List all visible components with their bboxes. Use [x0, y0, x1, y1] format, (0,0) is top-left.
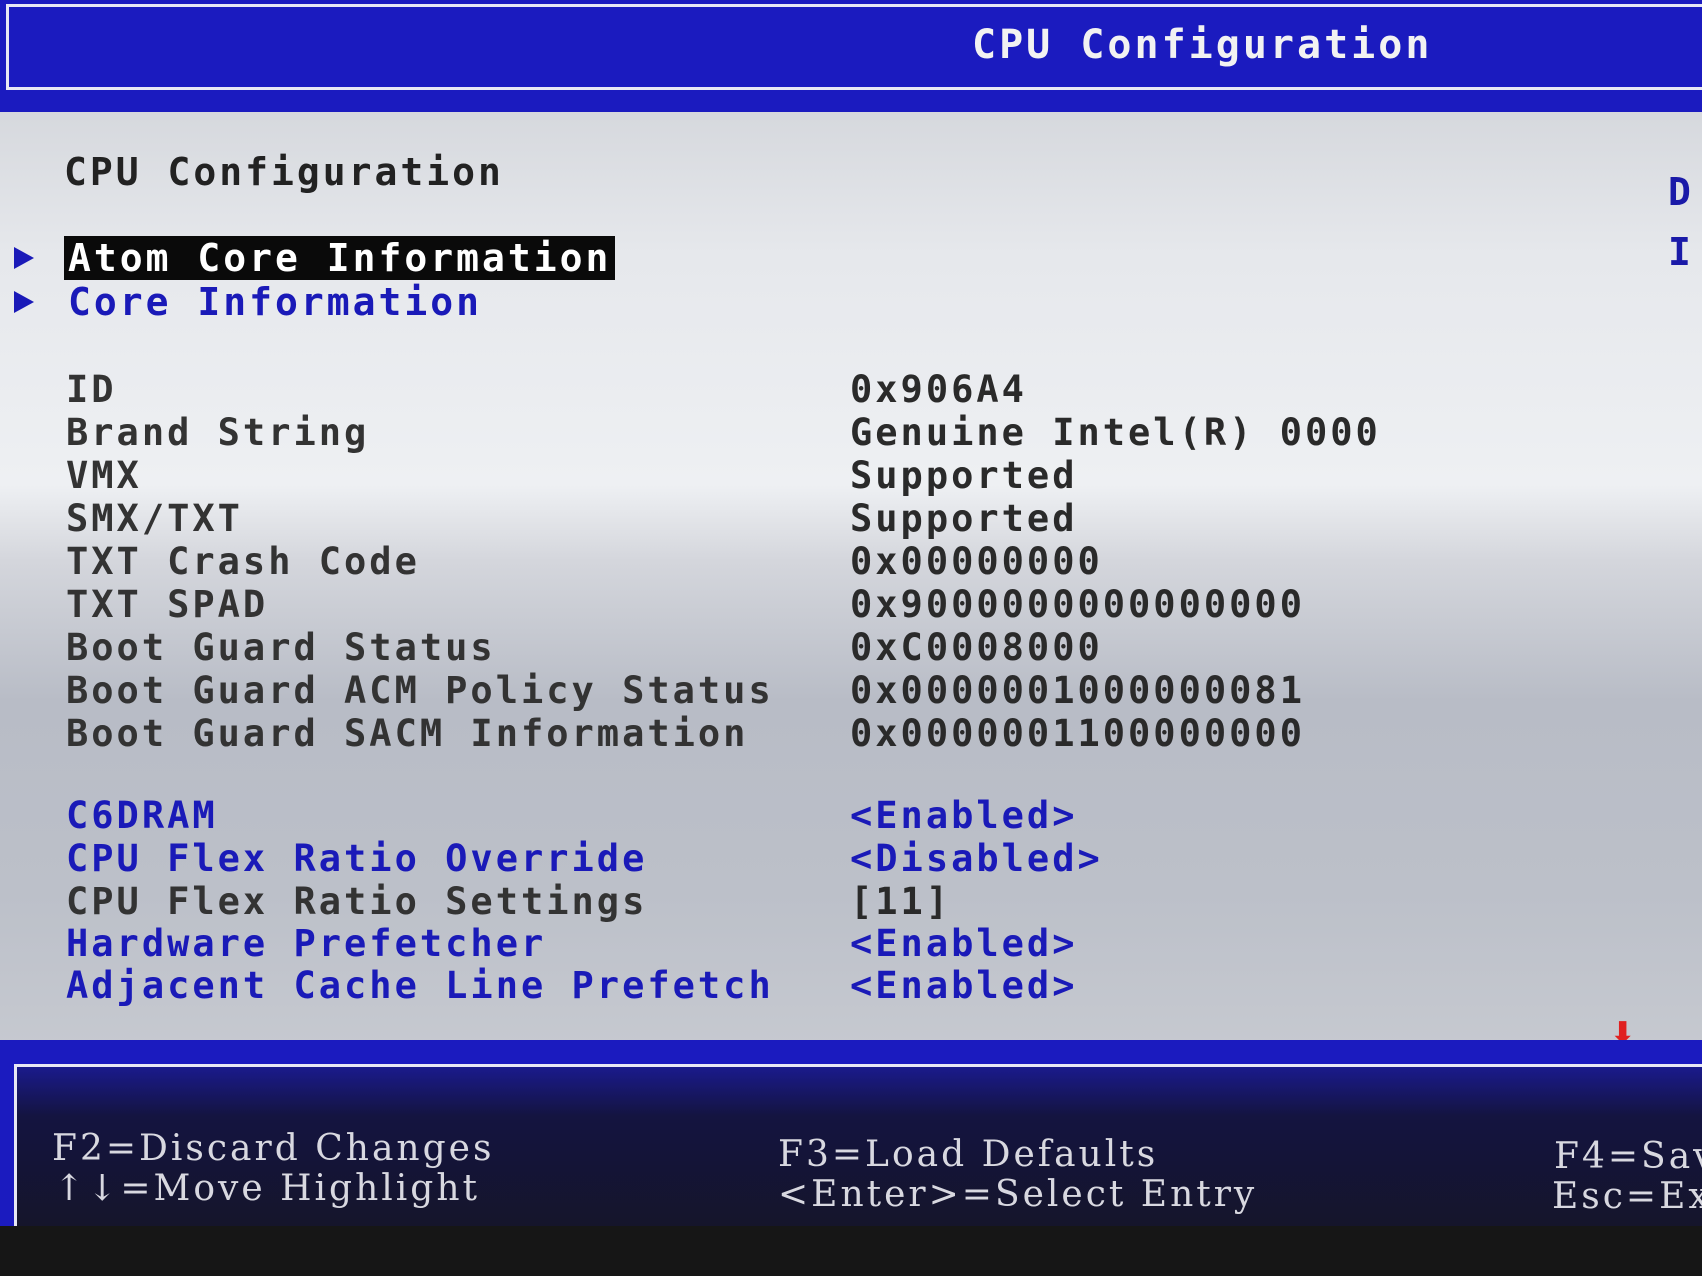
info-label: SMX/TXT — [66, 497, 243, 540]
info-row-id: ID 0x906A4 — [0, 368, 1702, 411]
bios-screen: CPU Configuration CPU Configuration D I … — [0, 0, 1702, 1276]
info-value: 0x9000000000000000 — [850, 583, 1305, 626]
info-row-smx-txt: SMX/TXT Supported — [0, 497, 1702, 540]
option-value[interactable]: <Enabled> — [850, 964, 1077, 1007]
info-row-boot-guard-status: Boot Guard Status 0xC0008000 — [0, 626, 1702, 669]
info-value: 0x0000001000000081 — [850, 669, 1305, 712]
key-hint-enter: <Enter>=Select Entry — [778, 1174, 1258, 1215]
info-label: Boot Guard Status — [66, 626, 496, 669]
title-bar-frame — [6, 4, 1702, 90]
option-cpu-flex-ratio-override[interactable]: CPU Flex Ratio Override <Disabled> — [0, 837, 1702, 880]
option-label: Adjacent Cache Line Prefetch — [66, 964, 774, 1007]
screen-bezel — [0, 1226, 1702, 1276]
option-label: CPU Flex Ratio Override — [66, 837, 648, 880]
info-value: 0x00000000 — [850, 540, 1103, 583]
info-label: VMX — [66, 454, 142, 497]
submenu-label: Core Information — [68, 280, 483, 324]
option-label: C6DRAM — [66, 794, 218, 837]
info-label: ID — [66, 368, 117, 411]
info-value: 0x906A4 — [850, 368, 1027, 411]
help-text-line: I — [1668, 230, 1691, 274]
info-label: Boot Guard SACM Information — [66, 712, 749, 755]
option-adjacent-cache-line-prefetch[interactable]: Adjacent Cache Line Prefetch <Enabled> — [0, 964, 1702, 1007]
info-row-boot-guard-acm-policy-status: Boot Guard ACM Policy Status 0x000000100… — [0, 669, 1702, 712]
page-title: CPU Configuration — [64, 150, 504, 194]
option-value[interactable]: <Enabled> — [850, 922, 1077, 965]
info-row-brand-string: Brand String Genuine Intel(R) 0000 — [0, 411, 1702, 454]
info-value: Supported — [850, 454, 1078, 497]
info-row-txt-spad: TXT SPAD 0x9000000000000000 — [0, 583, 1702, 626]
info-value: Genuine Intel(R) 0000 — [850, 411, 1381, 454]
submenu-label: Atom Core Information — [64, 236, 616, 280]
option-label: Hardware Prefetcher — [66, 922, 547, 965]
submenu-atom-core-information[interactable]: Atom Core Information — [14, 236, 616, 280]
option-value[interactable]: <Enabled> — [850, 794, 1077, 837]
info-row-txt-crash-code: TXT Crash Code 0x00000000 — [0, 540, 1702, 583]
info-row-vmx: VMX Supported — [0, 454, 1702, 497]
key-hint-f2: F2=Discard Changes — [52, 1128, 495, 1169]
title-bar: CPU Configuration — [0, 0, 1702, 112]
submenu-core-information[interactable]: Core Information — [14, 280, 486, 324]
key-hint-f4: F4=Save — [1554, 1136, 1702, 1177]
option-hardware-prefetcher[interactable]: Hardware Prefetcher <Enabled> — [0, 922, 1702, 965]
info-value: 0xC0008000 — [850, 626, 1103, 669]
info-label: TXT Crash Code — [66, 540, 420, 583]
option-label: CPU Flex Ratio Settings — [66, 880, 648, 923]
option-c6dram[interactable]: C6DRAM <Enabled> — [0, 794, 1702, 837]
key-hint-f3: F3=Load Defaults — [778, 1134, 1159, 1175]
info-label: Brand String — [66, 411, 370, 454]
info-label: TXT SPAD — [66, 583, 269, 626]
window-title: CPU Configuration — [972, 22, 1433, 68]
option-value: [11] — [850, 880, 952, 923]
triangle-right-icon — [14, 291, 34, 313]
info-label: Boot Guard ACM Policy Status — [66, 669, 774, 712]
triangle-right-icon — [14, 247, 34, 269]
option-value[interactable]: <Disabled> — [850, 837, 1103, 880]
option-cpu-flex-ratio-settings: CPU Flex Ratio Settings [11] — [0, 880, 1702, 923]
info-value: Supported — [850, 497, 1078, 540]
help-text-line: D — [1668, 170, 1691, 214]
key-hint-esc: Esc=Exi — [1552, 1176, 1702, 1217]
help-panel: D I — [1668, 162, 1691, 282]
info-row-boot-guard-sacm-information: Boot Guard SACM Information 0x0000001100… — [0, 712, 1702, 755]
info-value: 0x0000001100000000 — [850, 712, 1305, 755]
key-hint-move: ↑↓=Move Highlight — [54, 1168, 480, 1209]
